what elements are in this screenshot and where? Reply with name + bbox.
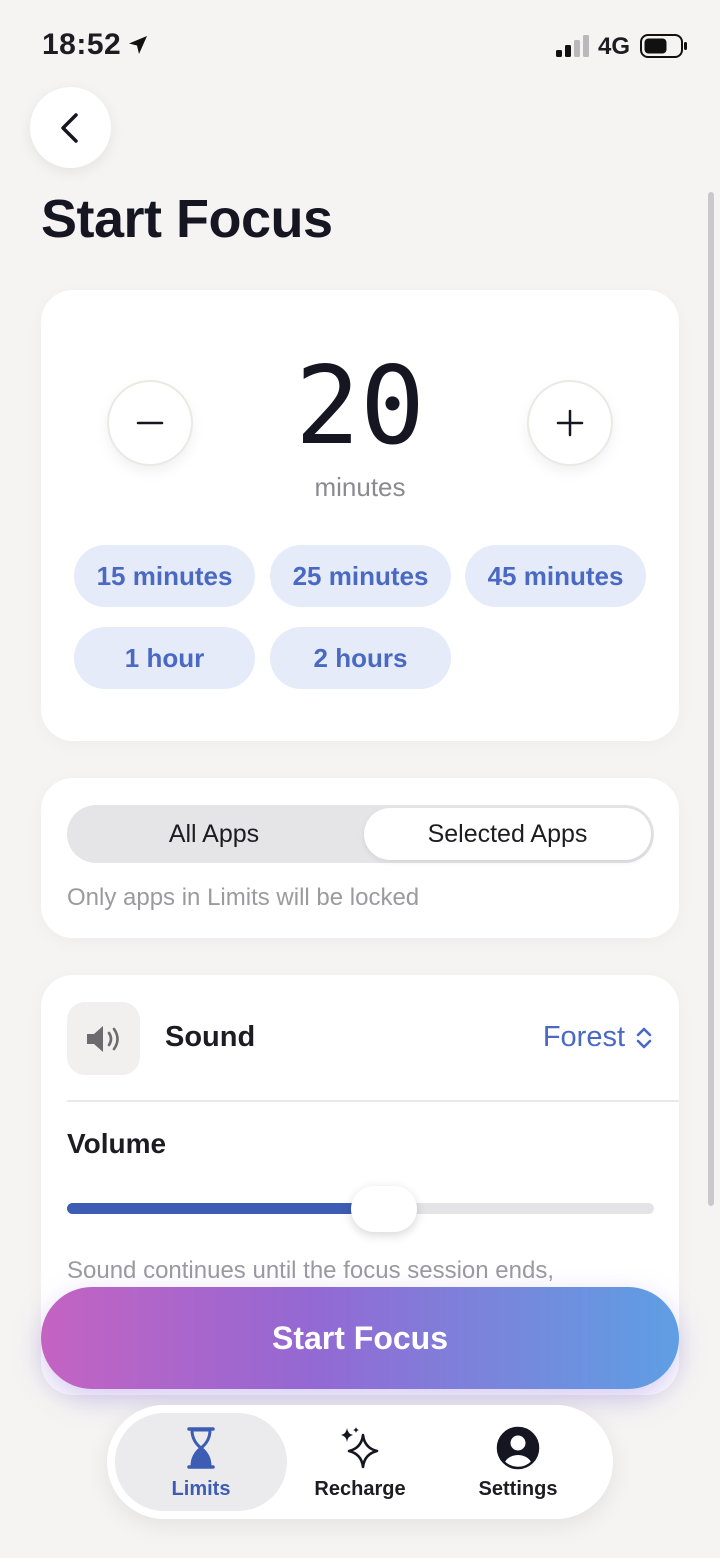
sound-selected-value: Forest (542, 1021, 625, 1053)
back-button[interactable] (30, 87, 111, 168)
apps-hint-text: Only apps in Limits will be locked (67, 884, 420, 911)
status-bar: 18:52 4G (0, 0, 720, 90)
battery-icon (640, 34, 687, 58)
start-focus-button[interactable]: Start Focus (41, 1287, 679, 1389)
minutes-unit-label: minutes (314, 472, 406, 502)
volume-slider-thumb[interactable] (350, 1186, 417, 1232)
preset-chip-15-minutes[interactable]: 15 minutes (74, 545, 255, 607)
chevron-up-down-icon (636, 1027, 652, 1048)
cellular-signal-icon (556, 35, 589, 57)
segment-selected-apps[interactable]: Selected Apps (364, 808, 651, 860)
volume-slider-fill (67, 1203, 384, 1214)
scrollbar[interactable] (708, 192, 714, 1206)
page-title: Start Focus (41, 189, 333, 249)
preset-chip-2-hours[interactable]: 2 hours (270, 627, 451, 689)
sound-note-text: Sound continues until the focus session … (67, 1257, 554, 1284)
apps-segmented-control: All Apps Selected Apps (67, 805, 654, 863)
sparkles-icon (336, 1424, 384, 1472)
preset-chip-1-hour[interactable]: 1 hour (74, 627, 255, 689)
tab-settings[interactable]: Settings (437, 1413, 599, 1511)
plus-icon (556, 409, 584, 437)
volume-slider[interactable] (67, 1186, 654, 1232)
sound-label: Sound (165, 1021, 256, 1053)
status-time: 18:52 (42, 28, 122, 61)
apps-scope-card: All Apps Selected Apps Only apps in Limi… (41, 778, 679, 938)
chevron-left-icon (60, 112, 78, 143)
network-type: 4G (598, 33, 631, 60)
tab-settings-label: Settings (478, 1477, 558, 1500)
tab-bar: Limits Recharge Settings (107, 1405, 613, 1519)
sound-picker[interactable]: Forest (543, 1021, 653, 1054)
tab-limits[interactable]: Limits (115, 1413, 287, 1511)
tab-limits-label: Limits (171, 1477, 231, 1500)
hourglass-icon (177, 1424, 225, 1472)
location-arrow-icon (129, 36, 147, 54)
preset-chip-45-minutes[interactable]: 45 minutes (465, 545, 646, 607)
segment-all-apps[interactable]: All Apps (67, 805, 361, 863)
increase-minutes-button[interactable] (527, 380, 613, 466)
speaker-icon (67, 1002, 140, 1075)
divider (67, 1100, 679, 1102)
tab-recharge[interactable]: Recharge (279, 1413, 441, 1511)
tab-recharge-label: Recharge (314, 1477, 406, 1500)
timer-card: 20 minutes 15 minutes 25 minutes 45 minu… (41, 290, 679, 741)
volume-label: Volume (67, 1128, 167, 1159)
person-circle-icon (494, 1424, 542, 1472)
preset-chip-25-minutes[interactable]: 25 minutes (270, 545, 451, 607)
